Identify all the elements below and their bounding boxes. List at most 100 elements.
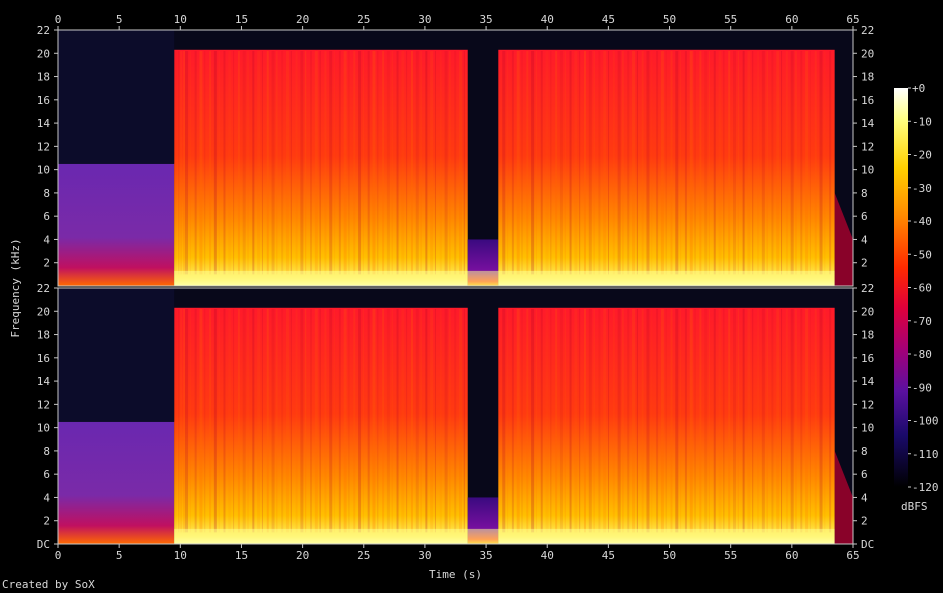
spectrogram-texture (314, 50, 318, 275)
spectrogram-texture (704, 50, 708, 275)
spectrogram-texture (247, 50, 249, 275)
spectrogram-texture (646, 50, 650, 275)
spectrogram-texture (425, 308, 428, 533)
y-tick-label-left: 12 (37, 140, 50, 153)
spectrogram-texture (305, 308, 307, 533)
spectrogram-texture (358, 50, 362, 275)
spectrogram-texture (790, 308, 794, 533)
spectrogram-texture (627, 308, 630, 533)
spectrogram-texture (660, 308, 664, 533)
spectrogram-texture (598, 50, 601, 275)
credit-text: Created by SoX (2, 578, 95, 591)
x-axis-label: Time (s) (429, 568, 482, 581)
spectrogram-texture (641, 308, 644, 533)
spectrogram-texture (434, 50, 436, 275)
spectrogram-texture (213, 308, 217, 533)
spectrogram-texture (223, 308, 226, 533)
spectrogram-texture (183, 50, 186, 275)
colorbar-tick-label: -20 (912, 149, 932, 162)
spectrogram-texture (319, 308, 321, 533)
spectrogram-texture (213, 50, 217, 275)
x-tick-label-bottom: 15 (235, 549, 248, 562)
spectrogram-texture (622, 50, 624, 275)
spectrogram-texture (228, 50, 232, 275)
spectrogram-texture (805, 50, 809, 275)
spectrogram-texture (343, 50, 347, 275)
colorbar-tick-label: -100 (912, 415, 939, 428)
x-tick-label-bottom: 5 (116, 549, 123, 562)
spectrogram-texture (814, 50, 817, 275)
spectrogram-texture (531, 308, 535, 533)
spectrogram-texture (564, 308, 566, 533)
spectrogram-texture (636, 50, 638, 275)
spectrogram-texture (237, 308, 240, 533)
spectrogram-texture (535, 308, 537, 533)
spectrogram-texture (742, 308, 745, 533)
spectrogram-texture (266, 50, 269, 275)
spectrogram-texture (526, 308, 529, 533)
y-tick-label-left: 14 (37, 117, 51, 130)
spectrogram-texture (593, 50, 595, 275)
spectrogram-texture (617, 308, 621, 533)
spectrogram-texture (386, 50, 390, 275)
y-tick-label-right: 10 (861, 164, 874, 177)
spectrogram-texture (555, 308, 558, 533)
y-tick-label-left: 8 (43, 187, 50, 200)
spectrogram-texture (406, 50, 408, 275)
spectrogram-texture (276, 50, 278, 275)
y-tick-label-right: 4 (861, 233, 868, 246)
colorbar-tick-label: +0 (912, 82, 925, 95)
spectrogram-texture (742, 50, 745, 275)
spectrogram-texture (819, 50, 823, 275)
y-tick-label-right: 16 (861, 352, 874, 365)
spectrogram-texture (329, 308, 333, 533)
colorbar-tick-label: -30 (912, 182, 932, 195)
spectrogram-texture (805, 308, 809, 533)
spectrogram-texture (391, 50, 393, 275)
spectrogram-texture (809, 308, 811, 533)
spectrogram-texture (574, 50, 578, 275)
spectrogram-texture (550, 50, 552, 275)
spectrogram-texture (776, 308, 780, 533)
spectrogram-texture (708, 50, 710, 275)
x-tick-label-top: 30 (418, 13, 431, 26)
spectrogram-texture (718, 50, 722, 275)
spectrogram-texture (781, 308, 783, 533)
spectrogram-texture (420, 50, 422, 275)
spectrogram-texture (252, 308, 255, 533)
x-tick-label-bottom: 25 (357, 549, 370, 562)
y-tick-label-right: 20 (861, 47, 874, 60)
spectrogram-texture (545, 308, 549, 533)
y-tick-label-right: 14 (861, 375, 875, 388)
spectrogram-texture (329, 50, 333, 275)
spectrogram-segment (58, 163, 175, 286)
y-tick-label-left: DC (37, 538, 50, 551)
spectrogram-texture (790, 50, 794, 275)
spectrogram-texture (603, 308, 607, 533)
spectrogram-texture (391, 308, 393, 533)
y-tick-label-left: 22 (37, 282, 50, 295)
spectrogram-texture (795, 50, 797, 275)
spectrogram-texture (334, 50, 336, 275)
spectrogram-texture (574, 308, 578, 533)
y-tick-label-left: 18 (37, 329, 50, 342)
y-tick-label-left: 18 (37, 71, 50, 84)
spectrogram-texture (665, 50, 667, 275)
spectrogram-texture (579, 308, 581, 533)
spectrogram-texture (670, 308, 673, 533)
spectrogram-texture (694, 50, 696, 275)
spectrogram-texture (415, 50, 419, 275)
spectrogram-texture (675, 308, 679, 533)
spectrogram-texture (593, 308, 595, 533)
spectrogram-texture (656, 50, 659, 275)
spectrogram-texture (656, 308, 659, 533)
spectrogram-texture (382, 50, 385, 275)
y-tick-label-right: 12 (861, 398, 874, 411)
spectrogram-texture (608, 308, 610, 533)
spectrogram-texture (459, 50, 463, 275)
x-tick-label-bottom: 55 (724, 549, 737, 562)
spectrogram-texture (242, 308, 246, 533)
spectrogram-texture (183, 308, 186, 533)
spectrogram-texture (276, 308, 278, 533)
spectrogram-texture (362, 50, 364, 275)
